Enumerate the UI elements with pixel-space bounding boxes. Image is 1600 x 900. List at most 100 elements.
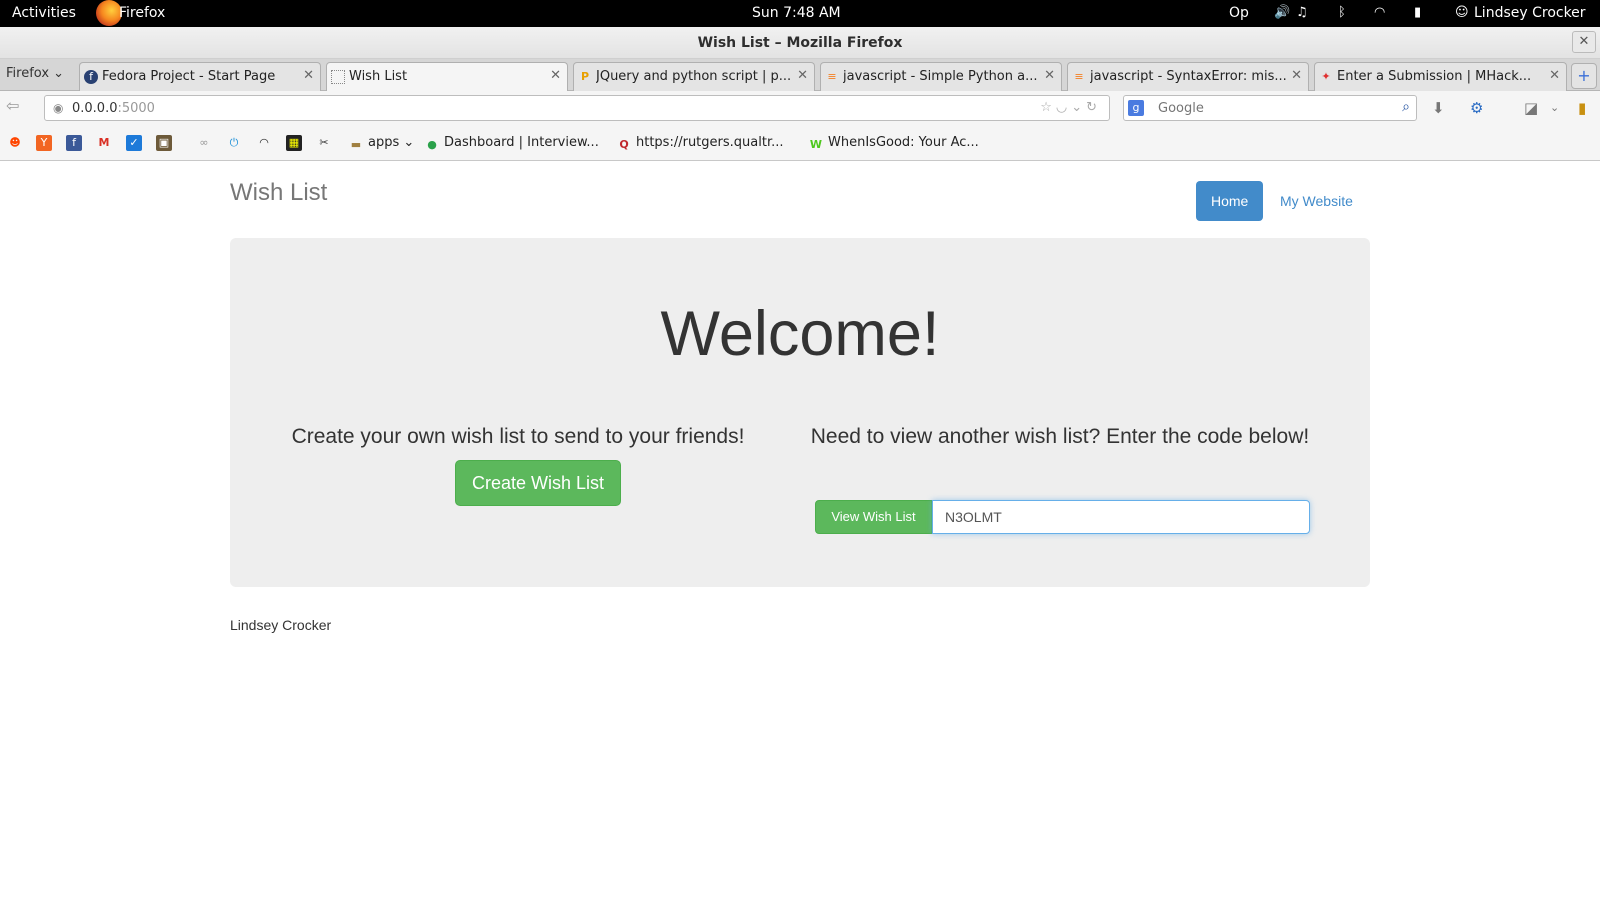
tool-bookmark-icon[interactable]: ✂: [316, 135, 332, 151]
bookmark-dashboard[interactable]: ● Dashboard | Interview...: [425, 135, 599, 152]
tab-fedora[interactable]: f Fedora Project - Start Page ✕: [79, 62, 321, 91]
create-text: Create your own wish list to send to you…: [291, 425, 745, 448]
tab-syntax-error[interactable]: ≡ javascript - SyntaxError: mis... ✕: [1067, 62, 1309, 91]
tab-jquery-python[interactable]: P JQuery and python script | p... ✕: [573, 62, 815, 91]
extension-icon[interactable]: ⚙: [1470, 99, 1483, 117]
nav-home-button[interactable]: Home: [1196, 181, 1264, 221]
pocket-toolbar-icon[interactable]: ◪: [1524, 99, 1538, 117]
film-bookmark-icon[interactable]: ▦: [286, 135, 302, 151]
tab-wish-list[interactable]: Wish List ✕: [326, 62, 568, 92]
window-title: Wish List – Mozilla Firefox: [697, 35, 903, 51]
folder-icon: ▬: [350, 138, 362, 151]
url-port: :5000: [117, 101, 155, 116]
clock[interactable]: Sun 7:48 AM: [752, 5, 841, 21]
volume-icon[interactable]: 🔊: [1274, 5, 1290, 20]
search-bar[interactable]: g ⌕: [1123, 95, 1417, 121]
power-bookmark-icon[interactable]: ⏻: [226, 135, 242, 151]
tab-label: javascript - Simple Python a...: [843, 69, 1038, 84]
wifi-icon[interactable]: ◠: [1374, 5, 1385, 20]
interview-icon: ●: [427, 138, 437, 151]
new-tab-button[interactable]: +: [1571, 63, 1597, 89]
tab-strip: Firefox ⌄ f Fedora Project - Start Page …: [0, 59, 1600, 92]
fedora-icon: f: [84, 70, 98, 84]
url-host: 0.0.0.0: [72, 101, 118, 116]
battery-icon[interactable]: ▮: [1414, 5, 1421, 20]
url-bar-actions[interactable]: ☆◡⌄↻: [1040, 100, 1101, 115]
user-chat-icon[interactable]: ☺: [1455, 5, 1469, 20]
url-text[interactable]: 0.0.0.0:5000: [72, 101, 155, 116]
page-content: Wish List Home My Website Welcome! Creat…: [0, 161, 1600, 900]
firefox-menu-label: Firefox: [6, 66, 50, 81]
toolbar-overflow-chevron-icon[interactable]: ⌄: [1550, 101, 1559, 114]
app-menu-label[interactable]: Firefox: [119, 5, 165, 21]
reload-icon[interactable]: ↻: [1086, 100, 1101, 115]
activities-button[interactable]: Activities: [12, 5, 76, 21]
tab-label: javascript - SyntaxError: mis...: [1090, 69, 1286, 84]
close-tab-icon[interactable]: ✕: [303, 68, 314, 83]
facebook-icon[interactable]: f: [66, 135, 82, 151]
reddit-icon[interactable]: ☻: [7, 135, 23, 151]
footer-author: Lindsey Crocker: [230, 617, 332, 633]
bookmark-label: WhenIsGood: Your Ac...: [828, 135, 979, 150]
search-input[interactable]: [1158, 99, 1388, 117]
tab-mhacks-submission[interactable]: ✦ Enter a Submission | MHack... ✕: [1314, 62, 1567, 91]
stackoverflow-icon: ≡: [1074, 70, 1084, 83]
system-top-bar: Activities Firefox Sun 7:48 AM Op 🔊 ♫ ᛒ …: [0, 0, 1600, 27]
puzzle-icon: ✦: [1321, 70, 1331, 83]
close-tab-icon[interactable]: ✕: [1549, 68, 1560, 83]
wheningood-icon: W: [809, 138, 823, 151]
bookmark-qualtrics[interactable]: Qhttps://rutgers.qualtr...: [617, 135, 784, 152]
tab-label: JQuery and python script | p...: [596, 69, 792, 84]
welcome-jumbotron: Welcome! Create your own wish list to se…: [230, 238, 1370, 587]
bookmarks-menu-icon[interactable]: ▮: [1578, 99, 1586, 117]
pb-icon: P: [580, 70, 590, 83]
qualtrics-icon: Q: [619, 138, 629, 151]
bookmark-star-icon[interactable]: ☆: [1040, 100, 1056, 115]
bluetooth-icon[interactable]: ᛒ: [1338, 5, 1346, 20]
firefox-menu-button[interactable]: Firefox ⌄: [6, 66, 64, 81]
gmail-icon[interactable]: M: [96, 135, 112, 151]
globe-icon: ◉: [53, 101, 64, 115]
close-tab-icon[interactable]: ✕: [1291, 68, 1302, 83]
tab-label: Fedora Project - Start Page: [102, 69, 276, 84]
link-bookmark-icon[interactable]: ∞: [196, 135, 212, 151]
input-method-indicator[interactable]: Op: [1229, 5, 1249, 21]
wifi-bookmark-icon[interactable]: ◠: [256, 135, 272, 151]
view-wish-list-group: View Wish List N3OLMT: [815, 500, 1310, 534]
wish-list-code-input[interactable]: N3OLMT: [932, 500, 1310, 534]
close-tab-icon[interactable]: ✕: [1044, 68, 1055, 83]
navigation-toolbar: ⇦ ◉ 0.0.0.0:5000 ☆◡⌄↻ g ⌕ ⬇ ⚙ ◪ ⌄ ▮: [0, 91, 1600, 125]
window-titlebar: Wish List – Mozilla Firefox ✕: [0, 27, 1600, 59]
folder-label: apps: [368, 135, 400, 150]
back-arrow-icon[interactable]: ⇦: [6, 96, 19, 115]
tab-label: Wish List: [349, 69, 408, 84]
downloads-icon[interactable]: ⬇: [1432, 99, 1445, 117]
headphones-icon[interactable]: ♫: [1296, 5, 1308, 20]
nav-my-website-link[interactable]: My Website: [1265, 181, 1368, 221]
user-menu[interactable]: Lindsey Crocker: [1474, 5, 1586, 21]
site-brand[interactable]: Wish List: [230, 179, 327, 207]
search-icon[interactable]: ⌕: [1402, 99, 1410, 115]
bookmark-folder-apps[interactable]: ▬ apps ⌄: [349, 135, 414, 152]
close-tab-icon[interactable]: ✕: [550, 68, 561, 83]
dropdown-chevron-icon[interactable]: ⌄: [1071, 100, 1086, 115]
bookmarks-toolbar: ☻ Y f M ✓ ▣ ∞ ⏻ ◠ ▦ ✂ ▬ apps ⌄ ● Dashboard…: [0, 125, 1600, 161]
tab-label: Enter a Submission | MHack...: [1337, 69, 1532, 84]
google-engine-icon[interactable]: g: [1128, 100, 1144, 116]
welcome-heading: Welcome!: [660, 299, 940, 369]
image-bookmark-icon[interactable]: ▣: [156, 135, 172, 151]
view-text: Need to view another wish list? Enter th…: [810, 425, 1310, 448]
blank-page-icon: [331, 70, 345, 84]
bookmark-label: Dashboard | Interview...: [444, 135, 599, 150]
url-bar[interactable]: ◉ 0.0.0.0:5000 ☆◡⌄↻: [44, 95, 1110, 121]
window-close-button[interactable]: ✕: [1572, 31, 1596, 53]
view-wish-list-button[interactable]: View Wish List: [815, 500, 932, 534]
chat-bookmark-icon[interactable]: ✓: [126, 135, 142, 151]
pocket-icon[interactable]: ◡: [1056, 100, 1071, 115]
bookmark-whenisgood[interactable]: W WhenIsGood: Your Ac...: [809, 135, 979, 152]
tab-simple-python[interactable]: ≡ javascript - Simple Python a... ✕: [820, 62, 1062, 91]
close-tab-icon[interactable]: ✕: [797, 68, 808, 83]
hacker-news-icon[interactable]: Y: [36, 135, 52, 151]
bookmark-label: https://rutgers.qualtr...: [636, 135, 784, 150]
create-wish-list-button[interactable]: Create Wish List: [455, 460, 621, 506]
